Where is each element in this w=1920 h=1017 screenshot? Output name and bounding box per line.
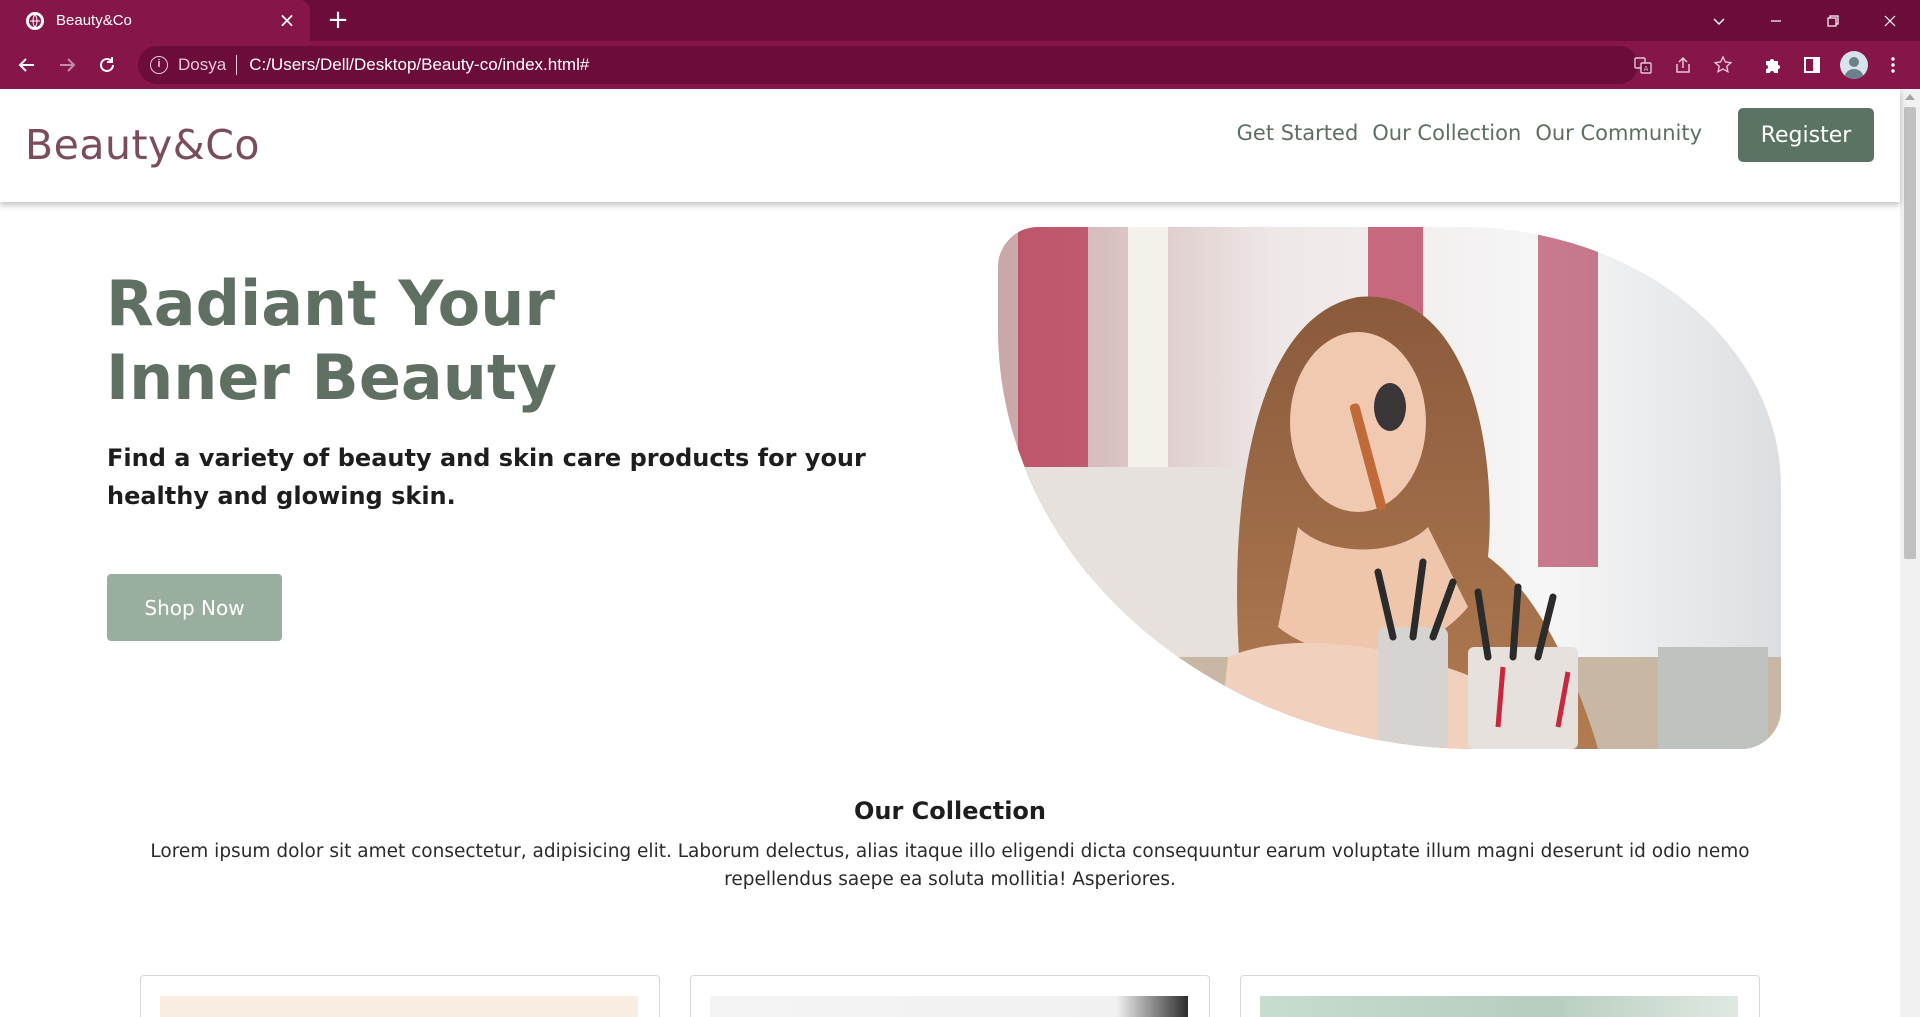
svg-text:A: A [1644, 65, 1649, 73]
shop-now-button[interactable]: Shop Now [107, 574, 282, 641]
share-icon[interactable] [1673, 55, 1693, 75]
page-scrollbar[interactable] [1900, 89, 1920, 1017]
collection-card-image-3 [1260, 996, 1738, 1017]
browser-toolbar: i Dosya C:/Users/Dell/Desktop/Beauty-co/… [0, 41, 1920, 89]
side-panel-icon[interactable] [1800, 53, 1824, 77]
site-label: Dosya [178, 55, 227, 74]
url-text[interactable]: C:/Users/Dell/Desktop/Beauty-co/index.ht… [249, 55, 589, 75]
browser-tab-active[interactable]: Beauty&Co × [0, 0, 310, 41]
hero-title-line-2: Inner Beauty [106, 341, 557, 414]
star-icon[interactable] [1713, 55, 1733, 75]
nav-link-our-community[interactable]: Our Community [1535, 121, 1702, 145]
collection-title: Our Collection [853, 797, 1046, 825]
collection-description: Lorem ipsum dolor sit amet consectetur, … [150, 841, 1750, 890]
close-window-icon[interactable] [1862, 0, 1918, 41]
nav-links: Get Started Our Collection Our Community [1237, 121, 1702, 145]
puzzle-icon[interactable] [1761, 53, 1785, 77]
hero-title-line-1: Radiant Your [106, 267, 555, 340]
browser-tab-bar: Beauty&Co × + [0, 0, 1920, 41]
page-viewport: Beauty&Co Get Started Our Collection Our… [0, 89, 1920, 1017]
collection-card-1[interactable] [140, 975, 660, 1017]
profile-avatar[interactable] [1840, 51, 1868, 79]
tab-title: Beauty&Co [56, 12, 132, 29]
nav-link-get-started[interactable]: Get Started [1237, 121, 1359, 145]
tab-search-icon[interactable] [1691, 0, 1747, 41]
site-navbar: Beauty&Co Get Started Our Collection Our… [0, 89, 1900, 202]
address-separator [236, 55, 238, 75]
collection-card-2[interactable] [690, 975, 1210, 1017]
brand-logo[interactable]: Beauty&Co [25, 121, 260, 169]
address-bar[interactable]: i Dosya C:/Users/Dell/Desktop/Beauty-co/… [138, 46, 1733, 84]
kebab-menu-icon[interactable] [1881, 53, 1905, 77]
globe-icon [26, 11, 44, 30]
arrow-left-icon[interactable] [13, 51, 41, 79]
restore-icon[interactable] [1805, 0, 1861, 41]
scrollbar-thumb[interactable] [1904, 107, 1916, 559]
collection-card-image-2 [710, 996, 1188, 1017]
hero-subtitle: Find a variety of beauty and skin care p… [107, 444, 866, 510]
translate-icon[interactable]: A [1633, 55, 1653, 75]
minimize-icon[interactable] [1748, 0, 1804, 41]
nav-link-our-collection[interactable]: Our Collection [1372, 121, 1521, 145]
arrow-right-icon[interactable] [53, 51, 81, 79]
hero-title: Radiant Your Inner Beauty [106, 267, 806, 415]
reload-icon[interactable] [93, 51, 121, 79]
new-tab-button[interactable]: + [324, 6, 352, 34]
hero-image [998, 227, 1781, 749]
register-button[interactable]: Register [1738, 108, 1874, 162]
scroll-up-arrow-icon[interactable] [1905, 94, 1915, 100]
collection-card-3[interactable] [1240, 975, 1760, 1017]
tab-close-icon[interactable]: × [278, 10, 296, 30]
collection-card-image-1 [160, 996, 638, 1017]
info-icon[interactable]: i [150, 56, 168, 74]
